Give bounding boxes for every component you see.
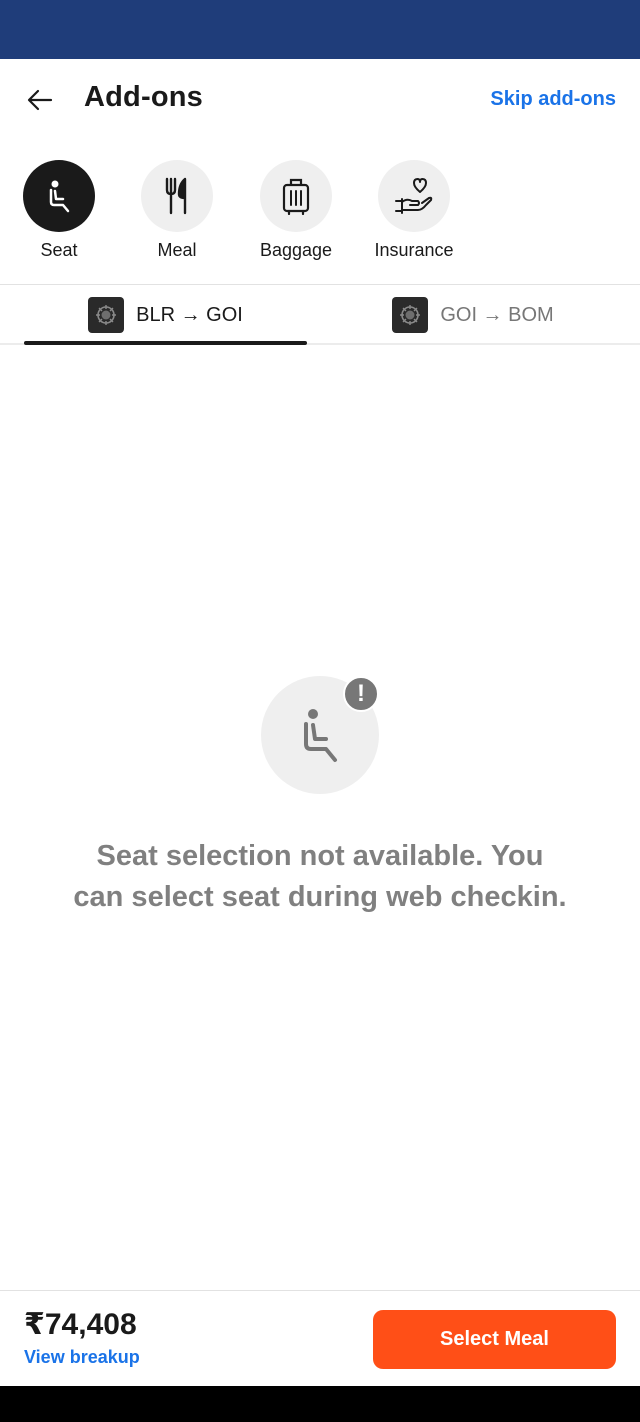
back-button[interactable]	[22, 84, 58, 116]
addon-label: Seat	[40, 240, 78, 260]
tab-label: BLR → GOI	[136, 303, 243, 326]
tab-label: GOI → BOM	[440, 303, 554, 326]
addon-meal[interactable]: Meal	[118, 160, 236, 261]
addon-seat-circle	[23, 160, 95, 232]
heart-hand-icon	[395, 178, 433, 214]
addon-insurance-circle	[378, 160, 450, 232]
flight-segment-tabs: BLR → GOI GOI → BOM	[0, 285, 640, 345]
select-meal-button[interactable]: Select Meal	[373, 1310, 616, 1369]
system-nav-bar	[0, 1386, 640, 1422]
addon-meal-circle	[141, 160, 213, 232]
addon-insurance[interactable]: Insurance	[355, 160, 473, 261]
active-tab-indicator	[24, 341, 307, 345]
addon-label: Insurance	[374, 240, 454, 260]
page-title: Add-ons	[84, 81, 203, 113]
airline-logo-icon	[88, 297, 125, 333]
seat-icon	[304, 709, 337, 762]
addon-baggage-circle	[260, 160, 332, 232]
addon-label: Baggage	[259, 240, 333, 260]
luggage-icon	[282, 178, 310, 215]
total-price: ₹74,408	[24, 1308, 137, 1341]
addon-seat[interactable]: Seat	[0, 160, 118, 261]
tab-blr-goi[interactable]: BLR → GOI	[24, 285, 307, 345]
empty-state-message: Seat selection not available. You can se…	[73, 840, 567, 913]
skip-addons-link[interactable]: Skip add-ons	[490, 88, 616, 111]
addon-categories: Seat Meal Baggage Insurance	[0, 160, 640, 270]
view-breakup-link[interactable]: View breakup	[24, 1347, 140, 1368]
alert-icon: !	[343, 676, 379, 712]
addon-baggage[interactable]: Baggage	[237, 160, 355, 261]
arrow-left-icon	[27, 89, 53, 111]
status-bar	[0, 0, 640, 59]
cutlery-icon	[165, 177, 187, 215]
tab-goi-bom[interactable]: GOI → BOM	[330, 285, 616, 345]
header: Add-ons Skip add-ons	[0, 59, 640, 141]
footer-bar: ₹74,408 View breakup Select Meal	[0, 1290, 640, 1386]
seat-icon	[49, 180, 70, 213]
airline-logo-icon	[392, 297, 429, 333]
addon-label: Meal	[157, 240, 197, 260]
